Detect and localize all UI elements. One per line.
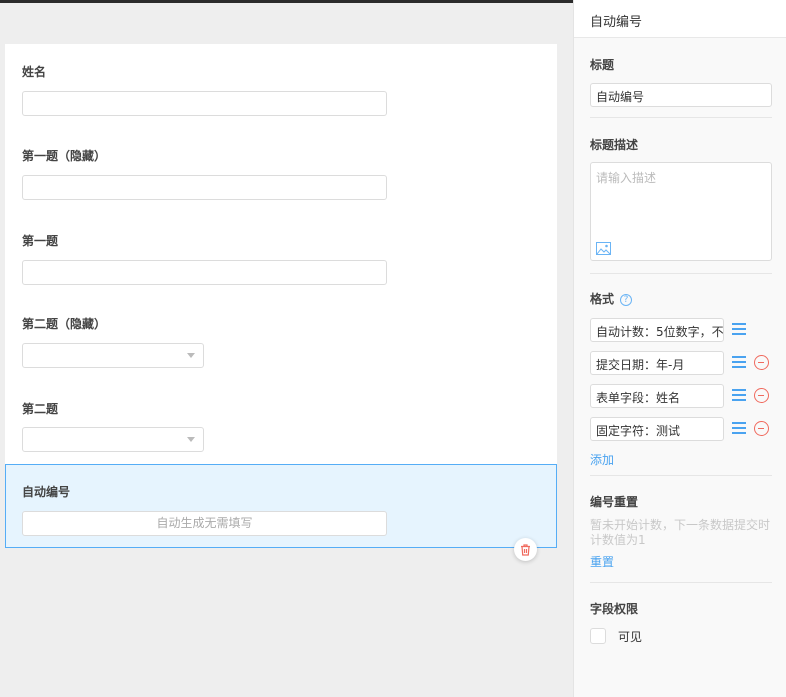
desc-textarea[interactable]: 请输入描述 [590,162,772,261]
remove-circle-icon[interactable] [754,355,769,370]
format-row: 自动计数：5位数字，不 [590,318,780,342]
visible-label: 可见 [618,630,643,644]
title-label: 标题 [590,58,615,72]
format-row-input[interactable]: 自动计数：5位数字，不 [590,318,724,342]
help-icon[interactable]: ? [620,294,633,306]
field-label: 第一题（隐藏） [22,149,107,163]
divider [590,273,772,274]
chevron-down-icon [187,437,195,442]
desc-placeholder: 请输入描述 [596,171,657,185]
q2-hidden-select[interactable] [22,343,204,368]
reset-link[interactable]: 重置 [590,553,614,570]
reset-hint: 暂未开始计数，下一条数据提交时计数值为1 [590,518,771,547]
field-label: 姓名 [22,65,47,79]
visible-checkbox[interactable] [590,628,606,644]
field-label: 第一题 [22,234,59,248]
title-input[interactable]: 自动编号 [590,83,772,107]
panel-header: 自动编号 [574,0,786,38]
divider [590,475,772,476]
format-row: 固定字符：测试 [590,417,780,441]
q2-select[interactable] [22,427,204,452]
format-row-input[interactable]: 固定字符：测试 [590,417,724,441]
field-label: 第二题 [22,402,59,416]
drag-handle-icon[interactable] [732,356,746,368]
auto-number-field[interactable]: 自动编号 自动生成无需填写 [5,464,557,548]
drag-handle-icon[interactable] [732,389,746,401]
format-row: 表单字段：姓名 [590,384,780,408]
name-input[interactable] [22,91,387,116]
trash-icon [521,543,530,556]
image-icon[interactable] [596,242,611,255]
desc-label: 标题描述 [590,138,639,152]
drag-handle-icon[interactable] [732,422,746,434]
divider [590,117,772,118]
permission-title: 字段权限 [590,602,639,616]
properties-panel: 自动编号 标题 自动编号 标题描述 请输入描述 格式? 自动计数：5位数字，不 … [573,0,786,697]
q1-input[interactable] [22,260,387,285]
remove-circle-icon[interactable] [754,421,769,436]
remove-circle-icon[interactable] [754,388,769,403]
format-row-input[interactable]: 表单字段：姓名 [590,384,724,408]
chevron-down-icon [187,353,195,358]
auto-number-input: 自动生成无需填写 [22,511,387,536]
reset-title: 编号重置 [590,495,639,509]
delete-field-button[interactable] [514,538,537,561]
divider [590,582,772,583]
field-label: 自动编号 [22,485,71,499]
add-format-link[interactable]: 添加 [590,451,614,468]
field-label: 第二题（隐藏） [22,317,107,331]
format-row-input[interactable]: 提交日期：年-月 [590,351,724,375]
format-row: 提交日期：年-月 [590,351,780,375]
drag-handle-icon[interactable] [732,323,746,335]
form-canvas: 姓名 第一题（隐藏） 第一题 第二题（隐藏） 第二题 自动编号 自动生成无需填写 [5,44,557,548]
format-label: 格式? [590,290,633,307]
q1-hidden-input[interactable] [22,175,387,200]
